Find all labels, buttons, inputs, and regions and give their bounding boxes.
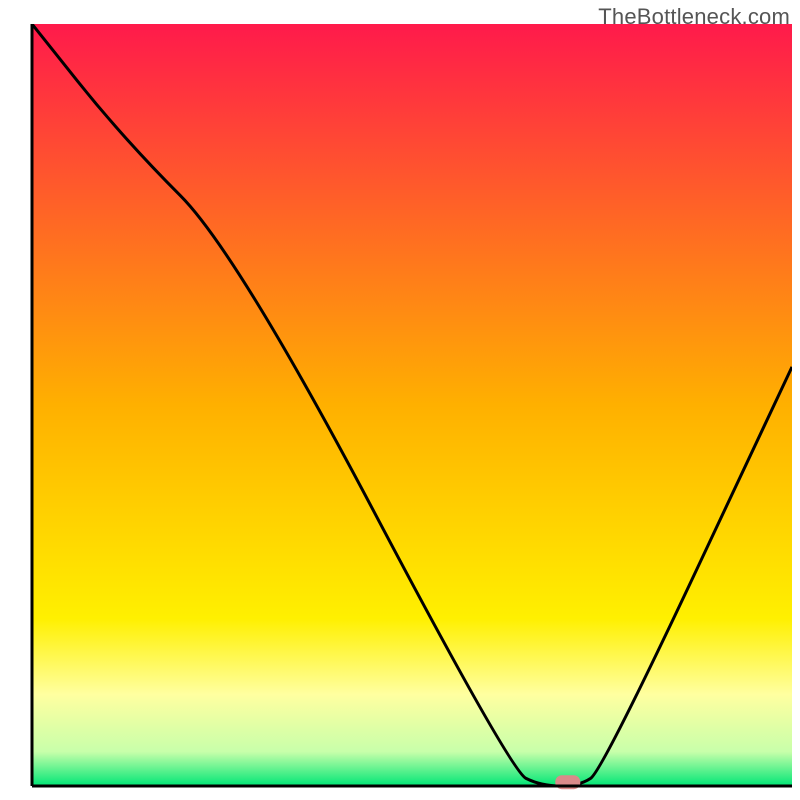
plot-background-gradient bbox=[32, 24, 792, 786]
watermark-text: TheBottleneck.com bbox=[598, 4, 790, 30]
bottleneck-chart bbox=[0, 0, 800, 800]
chart-container: TheBottleneck.com bbox=[0, 0, 800, 800]
